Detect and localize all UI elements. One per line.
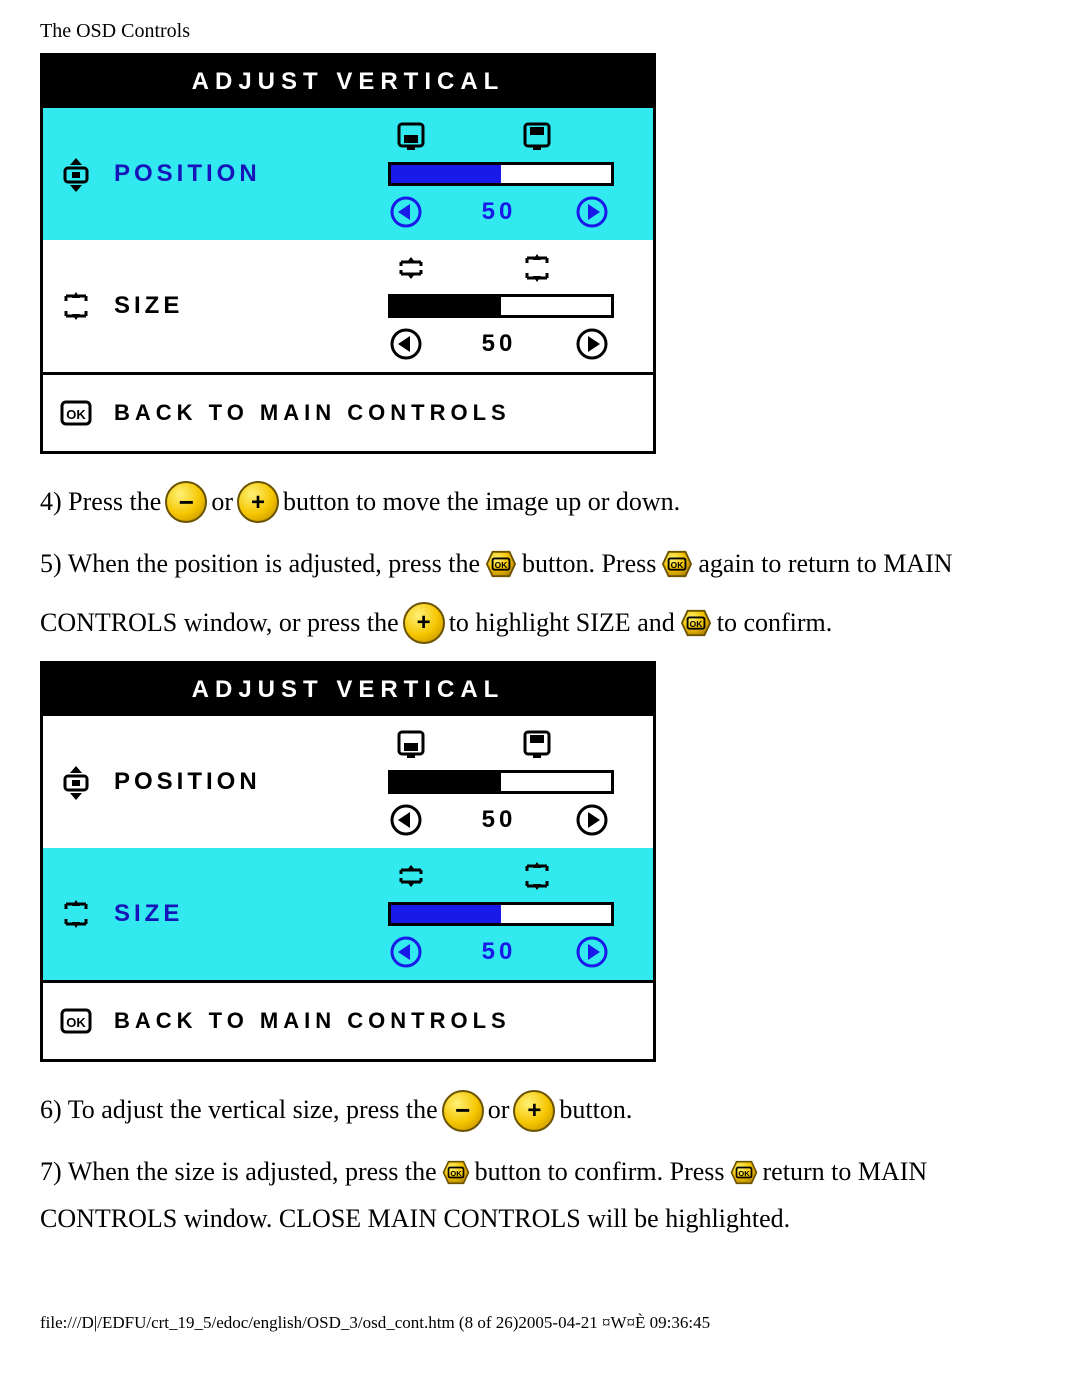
step5-text-d: CONTROLS window, or press the: [40, 600, 399, 647]
size-progress: [388, 902, 614, 926]
step7-text-b: button to confirm. Press: [475, 1149, 725, 1196]
step-5: 5) When the position is adjusted, press …: [40, 541, 1040, 647]
minus-button-icon: [442, 1090, 484, 1132]
vpos-icon: [58, 764, 94, 800]
size-value: 50: [464, 938, 534, 966]
osd-footer-row[interactable]: BACK TO MAIN CONTROLS: [43, 372, 653, 451]
vsize-icon: [58, 896, 94, 932]
back-label: BACK TO MAIN CONTROLS: [114, 400, 511, 426]
vsize-large-icon: [519, 858, 555, 894]
right-arrow-icon[interactable]: [574, 326, 610, 362]
screen-low-icon: [393, 726, 429, 762]
step6-text-a: 6) To adjust the vertical size, press th…: [40, 1087, 438, 1134]
screen-high-icon: [519, 726, 555, 762]
right-arrow-icon[interactable]: [574, 934, 610, 970]
ok-button-icon: [484, 549, 518, 579]
step5-text-e: to highlight SIZE and: [449, 600, 675, 647]
left-arrow-icon[interactable]: [388, 194, 424, 230]
ok-button-icon: [441, 1159, 471, 1186]
step-4: 4) Press the or button to move the image…: [40, 479, 1040, 526]
step7-text-c: return to MAIN: [763, 1149, 928, 1196]
left-arrow-icon[interactable]: [388, 326, 424, 362]
step7-text-d: CONTROLS window. CLOSE MAIN CONTROLS wil…: [40, 1196, 790, 1243]
step5-text-b: button. Press: [522, 541, 656, 588]
osd-row-position[interactable]: POSITION 50: [43, 108, 653, 240]
minus-button-icon: [165, 481, 207, 523]
ok-button-icon: [729, 1159, 759, 1186]
vsize-small-icon: [393, 250, 429, 286]
ok-button-icon: [660, 549, 694, 579]
step4-text-c: button to move the image up or down.: [283, 479, 680, 526]
step7-text-a: 7) When the size is adjusted, press the: [40, 1149, 437, 1196]
step5-text-a: 5) When the position is adjusted, press …: [40, 541, 480, 588]
osd-row-size[interactable]: SIZE 50: [43, 848, 653, 980]
left-arrow-icon[interactable]: [388, 802, 424, 838]
osd-row-size[interactable]: SIZE 50: [43, 240, 653, 372]
vsize-small-icon: [393, 858, 429, 894]
file-path-footer: file:///D|/EDFU/crt_19_5/edoc/english/OS…: [40, 1313, 1040, 1333]
plus-button-icon: [403, 602, 445, 644]
ok-button-icon: [679, 608, 713, 638]
size-value: 50: [464, 330, 534, 358]
size-label: SIZE: [114, 292, 183, 320]
vpos-icon: [58, 156, 94, 192]
plus-button-icon: [237, 481, 279, 523]
step6-text-c: button.: [559, 1087, 632, 1134]
position-label: POSITION: [114, 768, 261, 796]
screen-high-icon: [519, 118, 555, 154]
vsize-icon: [58, 288, 94, 324]
step5-text-f: to confirm.: [717, 600, 833, 647]
step-6: 6) To adjust the vertical size, press th…: [40, 1087, 1040, 1134]
plus-button-icon: [513, 1090, 555, 1132]
osd-header: ADJUST VERTICAL: [43, 56, 653, 108]
right-arrow-icon[interactable]: [574, 802, 610, 838]
osd-panel-position: ADJUST VERTICAL POSITION 50: [40, 53, 656, 454]
position-value: 50: [464, 806, 534, 834]
step4-text-b: or: [211, 479, 233, 526]
step4-text-a: 4) Press the: [40, 479, 161, 526]
page-title: The OSD Controls: [40, 20, 1040, 43]
step6-text-b: or: [488, 1087, 510, 1134]
vsize-large-icon: [519, 250, 555, 286]
position-progress: [388, 770, 614, 794]
position-value: 50: [464, 198, 534, 226]
osd-footer-row[interactable]: BACK TO MAIN CONTROLS: [43, 980, 653, 1059]
back-label: BACK TO MAIN CONTROLS: [114, 1008, 511, 1034]
left-arrow-icon[interactable]: [388, 934, 424, 970]
step5-text-c: again to return to MAIN: [698, 541, 952, 588]
right-arrow-icon[interactable]: [574, 194, 610, 230]
size-label: SIZE: [114, 900, 183, 928]
osd-header: ADJUST VERTICAL: [43, 664, 653, 716]
size-progress: [388, 294, 614, 318]
step-7: 7) When the size is adjusted, press the …: [40, 1149, 1040, 1243]
osd-row-position[interactable]: POSITION 50: [43, 716, 653, 848]
osd-panel-size: ADJUST VERTICAL POSITION 50: [40, 661, 656, 1062]
position-progress: [388, 162, 614, 186]
ok-icon: [58, 395, 94, 431]
ok-icon: [58, 1003, 94, 1039]
screen-low-icon: [393, 118, 429, 154]
position-label: POSITION: [114, 160, 261, 188]
